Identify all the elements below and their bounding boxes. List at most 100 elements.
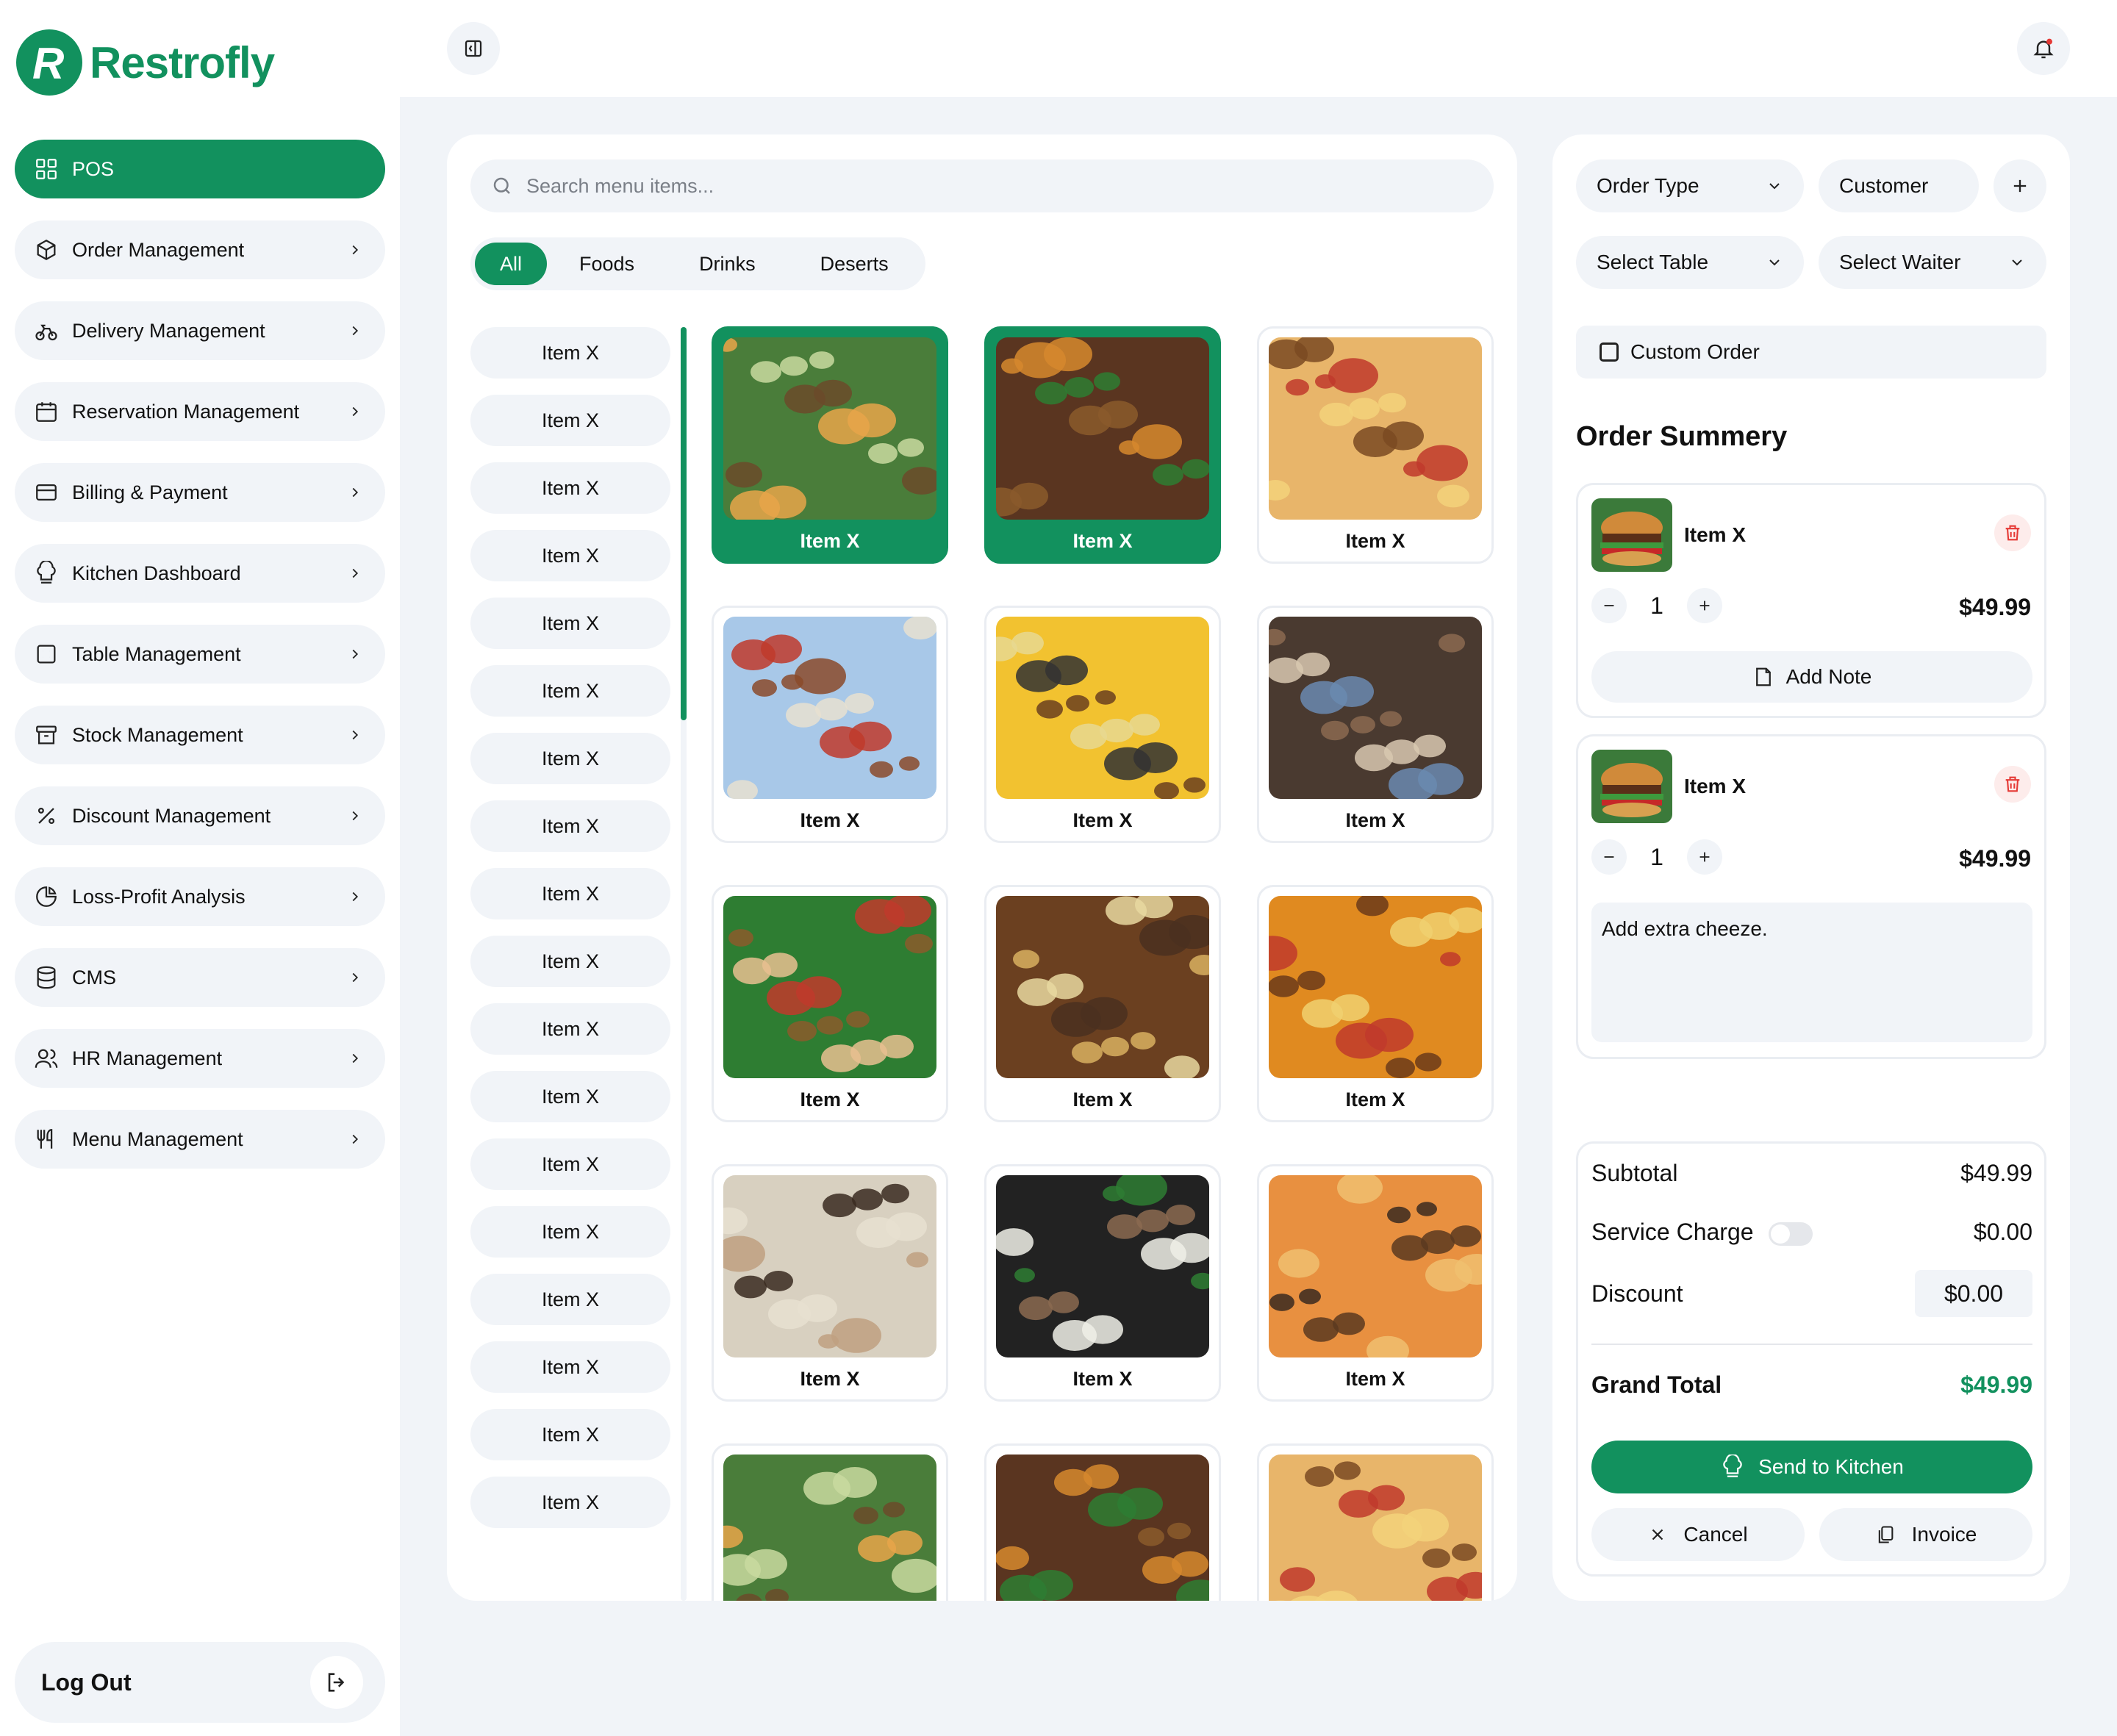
remove-item-button[interactable] [1994, 514, 2031, 551]
menu-item-name: Item X [1072, 1088, 1133, 1111]
sidebar-item-menu-management[interactable]: Menu Management [15, 1110, 385, 1169]
decrease-qty-button[interactable] [1591, 588, 1627, 623]
menu-item-card[interactable]: Item X [712, 1164, 948, 1402]
menu-item-card[interactable]: Item X [712, 606, 948, 843]
sidebar-item-kitchen-dashboard[interactable]: Kitchen Dashboard [15, 544, 385, 603]
subcategory-item[interactable]: Item X [470, 1138, 670, 1190]
menu-item-card[interactable]: Item X [1257, 326, 1494, 564]
sidebar-item-cms[interactable]: CMS [15, 948, 385, 1007]
subcategory-item[interactable]: Item X [470, 800, 670, 852]
cancel-button[interactable]: Cancel [1591, 1508, 1805, 1561]
send-to-kitchen-button[interactable]: Send to Kitchen [1591, 1441, 2032, 1493]
bell-icon [2033, 38, 2054, 59]
subcategory-item[interactable]: Item X [470, 462, 670, 514]
sidebar-item-loss-profit-analysis[interactable]: Loss-Profit Analysis [15, 867, 385, 926]
logo[interactable]: R Restrofly [16, 29, 275, 96]
sidebar-item-label: POS [72, 157, 115, 180]
close-icon [1652, 1529, 1663, 1540]
menu-item-card[interactable]: Item X [984, 1164, 1221, 1402]
add-note-button[interactable]: Add Note [1591, 651, 2032, 703]
grand-total-value: $49.99 [1960, 1371, 2032, 1398]
menu-item-card[interactable]: Item X [984, 1443, 1221, 1601]
menu-item-card[interactable]: Item X [1257, 1164, 1494, 1402]
add-customer-button[interactable] [1994, 159, 2046, 212]
menu-item-card[interactable]: Item X [1257, 606, 1494, 843]
menu-item-card[interactable]: Item X [984, 885, 1221, 1122]
order-item-name: Item X [1684, 775, 1747, 797]
subcategory-item[interactable]: Item X [470, 733, 670, 784]
logout-icon [328, 1673, 345, 1692]
sidebar-item-label: CMS [72, 966, 116, 989]
subcategory-item[interactable]: Item X [470, 1206, 670, 1258]
tab-foods[interactable]: Foods [547, 243, 667, 285]
checkbox-icon[interactable] [1600, 342, 1619, 362]
logout-icon-button[interactable] [310, 1656, 363, 1709]
subcategory-item[interactable]: Item X [470, 1274, 670, 1325]
item-note-textarea[interactable]: Add extra cheeze. [1591, 903, 2032, 1042]
sidebar-item-table-management[interactable]: Table Management [15, 625, 385, 684]
menu-item-card[interactable]: Item X [984, 606, 1221, 843]
menu-item-card[interactable]: Item X [712, 885, 948, 1122]
custom-order-checkbox[interactable]: Custom Order [1576, 326, 2046, 379]
decrease-qty-button[interactable] [1591, 839, 1627, 875]
sidebar-item-hr-management[interactable]: HR Management [15, 1029, 385, 1088]
menu-item-card[interactable]: Item X [1257, 1443, 1494, 1601]
sidebar-item-delivery-management[interactable]: Delivery Management [15, 301, 385, 360]
tab-drinks[interactable]: Drinks [667, 243, 788, 285]
subcategory-item[interactable]: Item X [470, 327, 670, 379]
sidebar: R Restrofly POS Order Management Deliver… [0, 0, 400, 1736]
subcategory-item[interactable]: Item X [470, 1341, 670, 1393]
subcategory-item[interactable]: Item X [470, 1409, 670, 1460]
subcategory-item[interactable]: Item X [470, 868, 670, 919]
menu-item-name: Item X [800, 1088, 860, 1111]
search-bar[interactable] [470, 159, 1494, 212]
totals-card: Subtotal $49.99 Service Charge $0.00 Dis… [1576, 1141, 2046, 1577]
quantity-value[interactable]: 1 [1627, 844, 1687, 871]
sidebar-item-reservation-management[interactable]: Reservation Management [15, 382, 385, 441]
increase-qty-button[interactable] [1687, 839, 1722, 875]
select-waiter-dropdown[interactable]: Select Waiter [1819, 236, 2046, 289]
menu-item-image [1269, 896, 1482, 1078]
menu-item-name: Item X [1072, 809, 1133, 831]
quantity-value[interactable]: 1 [1627, 592, 1687, 620]
subcategory-item[interactable]: Item X [470, 936, 670, 987]
menu-item-card[interactable]: Item X [984, 326, 1221, 564]
sidebar-item-stock-management[interactable]: Stock Management [15, 706, 385, 764]
scrollbar-thumb[interactable] [681, 327, 687, 720]
order-item-name: Item X [1684, 523, 1747, 546]
tab-all[interactable]: All [475, 243, 548, 285]
increase-qty-button[interactable] [1687, 588, 1722, 623]
subcategory-item[interactable]: Item X [470, 598, 670, 649]
menu-item-card[interactable]: Item X [1257, 885, 1494, 1122]
invoice-button[interactable]: Invoice [1819, 1508, 2032, 1561]
service-charge-toggle[interactable] [1768, 1222, 1813, 1246]
sidebar-item-discount-management[interactable]: Discount Management [15, 786, 385, 845]
subcategory-item[interactable]: Item X [470, 1477, 670, 1528]
menu-item-card[interactable]: Item X [712, 1443, 948, 1601]
sidebar-item-order-management[interactable]: Order Management [15, 220, 385, 279]
menu-item-image [723, 617, 936, 799]
chevron-down-icon [2012, 259, 2022, 266]
select-table-label: Select Table [1597, 251, 1709, 273]
notifications-button[interactable] [2017, 22, 2070, 75]
customer-select[interactable]: Customer [1819, 159, 1979, 212]
tab-deserts[interactable]: Deserts [788, 243, 921, 285]
collapse-sidebar-button[interactable] [447, 22, 500, 75]
subcategory-item[interactable]: Item X [470, 1003, 670, 1055]
order-type-select[interactable]: Order Type [1576, 159, 1804, 212]
sidebar-item-billing-payment[interactable]: Billing & Payment [15, 463, 385, 522]
item-thumbnail [1591, 750, 1672, 823]
subcategory-item[interactable]: Item X [470, 1071, 670, 1122]
subcategory-item[interactable]: Item X [470, 395, 670, 446]
remove-item-button[interactable] [1994, 766, 2031, 803]
scrollbar[interactable] [681, 327, 687, 1601]
select-table-dropdown[interactable]: Select Table [1576, 236, 1804, 289]
search-input[interactable] [526, 174, 1408, 198]
discount-input[interactable]: $0.00 [1915, 1270, 2032, 1317]
sidebar-item-pos[interactable]: POS [15, 140, 385, 198]
subcategory-item[interactable]: Item X [470, 665, 670, 717]
logout-button[interactable]: Log Out [15, 1642, 385, 1723]
database-icon [37, 966, 56, 989]
subcategory-item[interactable]: Item X [470, 530, 670, 581]
menu-item-card[interactable]: Item X [712, 326, 948, 564]
